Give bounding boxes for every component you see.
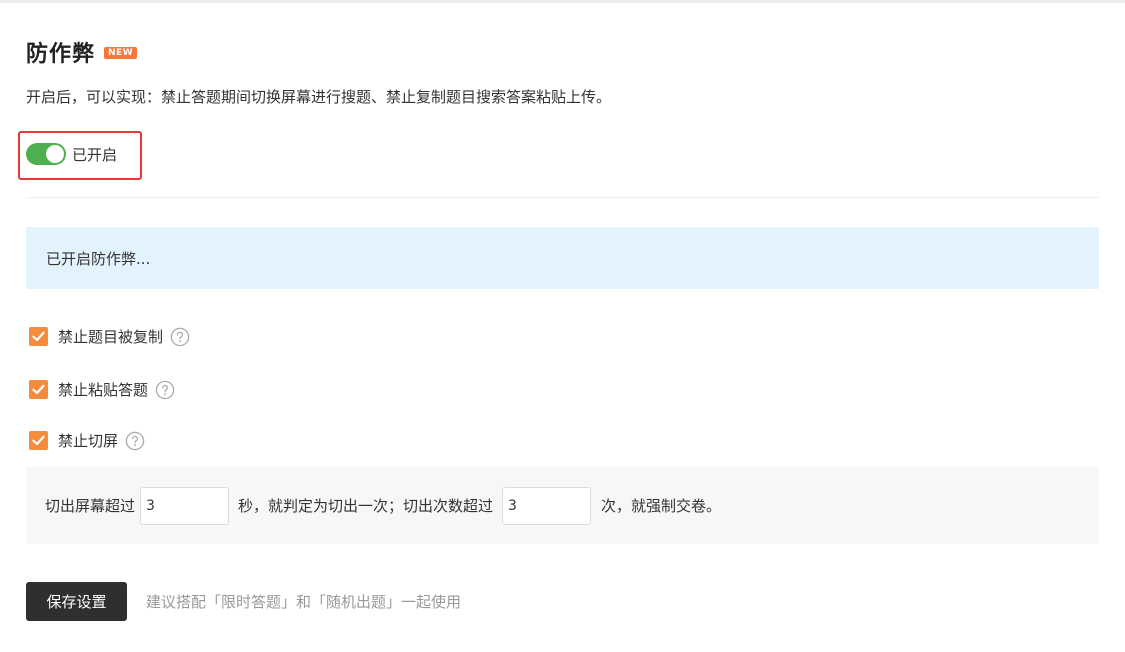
feature-description: 开启后，可以实现：禁止答题期间切换屏幕进行搜题、禁止复制题目搜索答案粘贴上传。 [26,88,612,106]
no-copy-label: 禁止题目被复制 [58,328,164,346]
status-info-banner: 已开启防作弊... [26,227,1099,289]
checkmark-icon [32,435,45,446]
no-switch-screen-checkbox[interactable] [29,431,48,450]
switch-duration-prefix: 切出屏幕超过 [45,497,136,515]
switch-knob [46,145,64,163]
section-divider [26,197,1099,198]
footer-actions: 保存设置 建议搭配「限时答题」和「随机出题」一起使用 [26,582,461,621]
status-info-text: 已开启防作弊... [46,249,151,268]
question-circle-icon[interactable] [155,380,175,400]
option-no-switch-screen: 禁止切屏 [29,430,145,451]
checkmark-icon [32,331,45,342]
checkmark-icon [32,384,45,395]
new-badge: NEW [104,47,138,59]
anti-cheat-switch[interactable] [26,143,66,165]
switch-screen-settings-panel: 切出屏幕超过 秒，就判定为切出一次；切出次数超过 次，就强制交卷。 [26,467,1099,544]
switch-seconds-input[interactable] [140,486,230,525]
no-switch-screen-label: 禁止切屏 [58,432,119,450]
page-title: 防作弊 [26,42,96,67]
save-settings-button[interactable]: 保存设置 [26,582,127,621]
no-copy-checkbox[interactable] [29,327,48,346]
switch-count-input[interactable] [502,486,592,525]
usage-hint: 建议搭配「限时答题」和「随机出题」一起使用 [146,593,462,611]
option-no-paste: 禁止粘贴答题 [29,379,175,400]
option-no-copy: 禁止题目被复制 [29,326,190,347]
anti-cheat-toggle-row: 已开启 [26,143,117,165]
switch-duration-middle: 秒，就判定为切出一次；切出次数超过 [238,497,494,515]
top-border [0,0,1125,3]
question-circle-icon[interactable] [125,431,145,451]
question-circle-icon[interactable] [170,327,190,347]
title-row: 防作弊 NEW [26,36,138,68]
switch-count-suffix: 次，就强制交卷。 [601,497,722,515]
no-paste-label: 禁止粘贴答题 [58,381,149,399]
switch-status-label: 已开启 [72,145,118,164]
no-paste-checkbox[interactable] [29,380,48,399]
